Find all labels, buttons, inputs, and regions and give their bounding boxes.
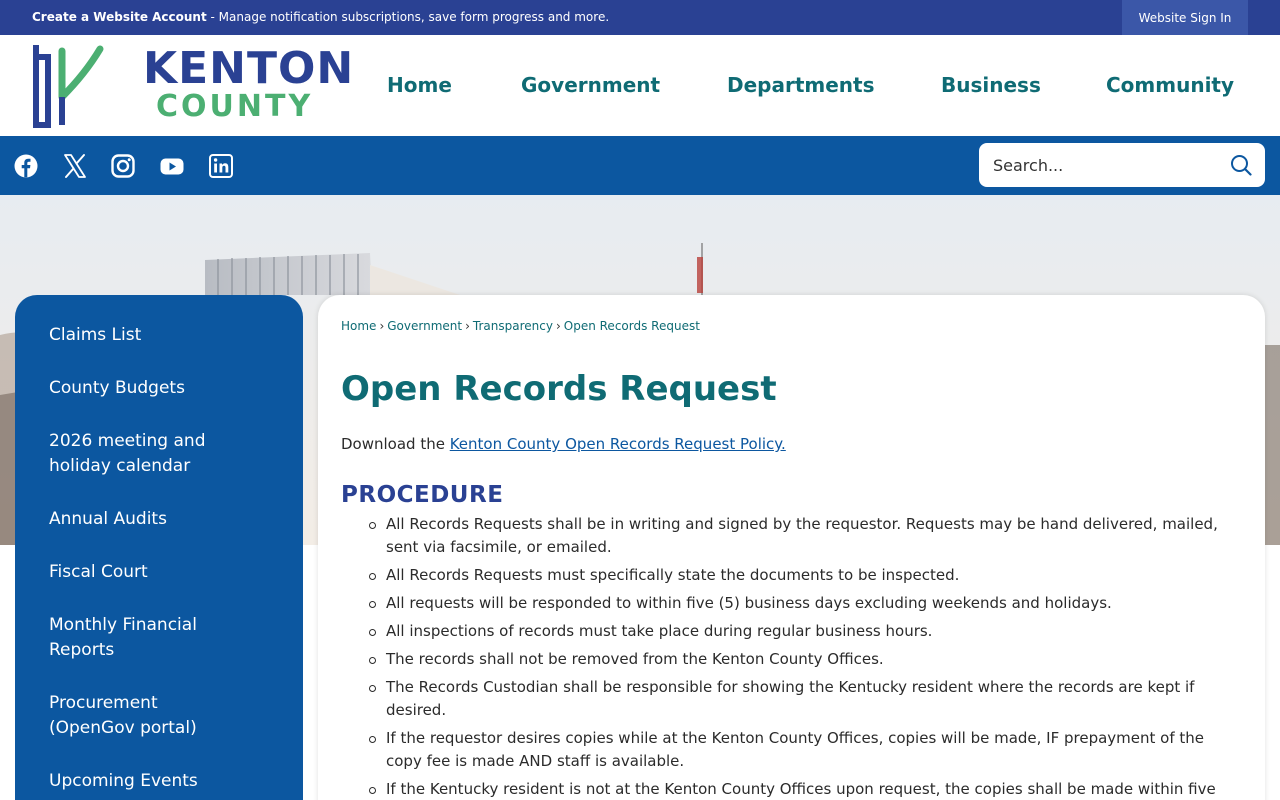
sidebar-item-county-budgets[interactable]: County Budgets [15, 370, 303, 407]
intro-prefix: Download the [341, 435, 450, 453]
breadcrumb-separator: › [555, 319, 561, 333]
sidebar-item-fiscal-court[interactable]: Fiscal Court [15, 554, 303, 591]
breadcrumb: Home › Government › Transparency › Open Record… [341, 319, 700, 333]
breadcrumb-separator: › [379, 319, 385, 333]
intro-text: Download the Kenton County Open Records … [341, 435, 786, 453]
breadcrumb-government[interactable]: Government [387, 319, 462, 333]
policy-download-link[interactable]: Kenton County Open Records Request Polic… [450, 435, 786, 453]
nav-community[interactable]: Community [1106, 73, 1234, 97]
sidebar-nav: Claims List County Budgets 2026 meeting … [15, 295, 303, 800]
nav-business[interactable]: Business [941, 73, 1041, 97]
search-box [979, 143, 1265, 187]
list-item: If the Kentucky resident is not at the K… [369, 778, 1238, 800]
linkedin-icon[interactable] [208, 153, 234, 179]
breadcrumb-current[interactable]: Open Records Request [564, 319, 700, 333]
list-item: All Records Requests must specifically s… [369, 564, 1238, 587]
list-item: If the requestor desires copies while at… [369, 727, 1238, 773]
sidebar-item-procurement[interactable]: Procurement (OpenGov portal) [15, 685, 303, 747]
account-description: - Manage notification subscriptions, sav… [206, 10, 610, 24]
x-icon[interactable] [62, 153, 88, 179]
sidebar-item-upcoming-events[interactable]: Upcoming Events [15, 763, 303, 800]
list-item: The records shall not be removed from th… [369, 648, 1238, 671]
nav-government[interactable]: Government [521, 73, 660, 97]
main-content: Home › Government › Transparency › Open Record… [318, 295, 1265, 800]
create-account-link[interactable]: Create a Website Account [32, 10, 207, 24]
list-item: All requests will be responded to within… [369, 592, 1238, 615]
list-item: All inspections of records must take pla… [369, 620, 1238, 643]
sidebar-item-claims-list[interactable]: Claims List [15, 317, 303, 354]
page-title: Open Records Request [341, 369, 777, 409]
breadcrumb-home[interactable]: Home [341, 319, 376, 333]
social-search-bar [0, 136, 1280, 195]
account-message: Create a Website Account - Manage notifi… [32, 10, 609, 24]
utility-bar: Create a Website Account - Manage notifi… [0, 0, 1280, 35]
sidebar-item-meeting-calendar[interactable]: 2026 meeting and holiday calendar [15, 423, 303, 485]
nav-departments[interactable]: Departments [727, 73, 875, 97]
list-item: All Records Requests shall be in writing… [369, 513, 1238, 559]
sign-in-button[interactable]: Website Sign In [1122, 0, 1248, 35]
search-input[interactable] [993, 143, 1223, 187]
breadcrumb-transparency[interactable]: Transparency [473, 319, 553, 333]
instagram-icon[interactable] [110, 153, 136, 179]
site-header: KENTON COUNTY Home Government Department… [0, 35, 1280, 136]
search-icon[interactable] [1230, 154, 1252, 176]
procedure-list: All Records Requests shall be in writing… [369, 513, 1238, 800]
youtube-icon[interactable] [159, 153, 185, 179]
main-nav: Home Government Departments Business Com… [0, 73, 1280, 103]
facebook-icon[interactable] [13, 153, 39, 179]
breadcrumb-separator: › [465, 319, 470, 333]
procedure-heading: PROCEDURE [341, 482, 504, 508]
list-item: The Records Custodian shall be responsib… [369, 676, 1238, 722]
sidebar-item-annual-audits[interactable]: Annual Audits [15, 501, 303, 538]
sidebar-item-monthly-financial-reports[interactable]: Monthly Financial Reports [15, 607, 303, 669]
nav-home[interactable]: Home [387, 73, 452, 97]
